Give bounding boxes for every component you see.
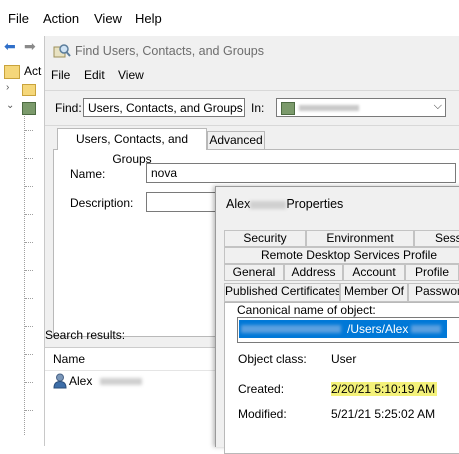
tree-connector	[25, 326, 33, 328]
redacted-surname	[411, 325, 441, 333]
properties-title-suffix: Properties	[286, 197, 344, 211]
created-label: Created:	[238, 382, 285, 396]
search-results-label: Search results:	[45, 328, 126, 342]
find-menubar: File Edit View	[45, 68, 459, 86]
object-class-value: User	[331, 352, 357, 366]
tab-member-of[interactable]: Member Of	[340, 283, 408, 302]
menu-view[interactable]: View	[94, 11, 122, 26]
name-label: Name:	[70, 167, 106, 181]
tab-address[interactable]: Address	[284, 264, 343, 281]
find-menu-edit[interactable]: Edit	[84, 68, 105, 82]
modified-label: Modified:	[238, 407, 287, 421]
redacted-surname	[250, 200, 287, 209]
tree-connector	[25, 158, 33, 160]
tree-connector	[25, 130, 33, 132]
name-input[interactable]: nova	[146, 163, 456, 183]
text-selection: /Users/Alex	[239, 320, 447, 338]
modified-value: 5/21/21 5:25:02 AM	[331, 407, 436, 421]
object-class-label: Object class:	[238, 352, 307, 366]
redacted-surname	[100, 378, 142, 385]
list-item[interactable]: Alex	[45, 372, 220, 392]
domain-icon	[281, 102, 295, 115]
back-arrow-icon[interactable]: ⬅	[4, 38, 16, 55]
mmc-toolbar: ⬅ ➡	[0, 36, 44, 58]
tab-published-certificates[interactable]: Published Certificates	[224, 283, 340, 302]
user-properties-dialog: Alex Properties Security Environment Sess…	[215, 186, 459, 454]
find-criteria-bar: Find: Users, Contacts, and Groups ⌵ In: …	[45, 90, 459, 126]
properties-title: Alex Properties	[226, 197, 343, 211]
find-dialog-title: Find Users, Contacts, and Groups	[75, 44, 264, 58]
in-label: In:	[251, 101, 265, 115]
folder-icon	[4, 65, 20, 79]
in-location-select[interactable]: ⌵	[276, 98, 446, 117]
tree-item-label[interactable]: Act	[24, 64, 41, 78]
tab-users-contacts-groups[interactable]: Users, Contacts, and Groups	[57, 128, 207, 166]
find-label: Find:	[55, 101, 82, 115]
tab-environment[interactable]: Environment	[306, 230, 414, 247]
name-input-value: nova	[151, 166, 178, 180]
console-tree: Act › ⌄	[0, 58, 44, 435]
find-menu-file[interactable]: File	[51, 68, 70, 82]
domain-icon	[22, 102, 36, 115]
tree-connector	[25, 298, 33, 300]
tree-connector	[25, 270, 33, 272]
redacted-domain-path	[241, 325, 341, 333]
created-value: 2/20/21 5:10:19 AM	[331, 382, 438, 396]
column-header-name[interactable]: Name	[45, 348, 220, 371]
tree-connector	[25, 354, 33, 356]
menu-help[interactable]: Help	[135, 11, 162, 26]
canonical-name-label: Canonical name of object:	[237, 303, 376, 317]
tab-advanced[interactable]: Advanced	[207, 131, 265, 150]
tab-password-replication[interactable]: Passwor	[408, 283, 459, 302]
canonical-name-field[interactable]: /Users/Alex	[237, 317, 459, 343]
find-search-icon	[53, 44, 71, 58]
tree-connector	[25, 410, 33, 412]
tree-connector	[25, 214, 33, 216]
menu-action[interactable]: Action	[43, 11, 79, 26]
find-type-select[interactable]: Users, Contacts, and Groups ⌵	[83, 98, 245, 117]
description-label: Description:	[70, 196, 134, 210]
tab-general[interactable]: General	[224, 264, 284, 281]
tab-security[interactable]: Security	[224, 230, 306, 247]
tab-sessions[interactable]: Sessi	[414, 230, 459, 247]
search-results-list: Name Alex	[45, 347, 220, 447]
canonical-name-value: /Users/Alex	[347, 322, 409, 336]
forward-arrow-icon[interactable]: ➡	[24, 38, 36, 55]
column-name-label: Name	[53, 352, 86, 366]
user-icon	[53, 373, 67, 389]
properties-title-prefix: Alex	[226, 197, 251, 211]
object-tab-panel: Canonical name of object: /Users/Alex Ob…	[224, 302, 459, 454]
tree-connector	[25, 186, 33, 188]
chevron-down-icon[interactable]: ⌄	[6, 100, 14, 111]
chevron-down-icon: ⌵	[232, 100, 241, 112]
find-menu-view[interactable]: View	[118, 68, 144, 82]
tab-profile[interactable]: Profile	[405, 264, 459, 281]
chevron-right-icon[interactable]: ›	[6, 82, 9, 93]
tree-lines	[24, 116, 26, 435]
find-type-value: Users, Contacts, and Groups	[88, 101, 243, 115]
tree-connector	[25, 382, 33, 384]
chevron-down-icon: ⌵	[433, 100, 442, 112]
mmc-menubar: File Action View Help	[0, 0, 459, 36]
folder-icon	[22, 84, 36, 96]
result-user-name: Alex	[69, 374, 93, 388]
tab-remote-desktop-services-profile[interactable]: Remote Desktop Services Profile	[224, 247, 459, 264]
redacted-domain	[299, 105, 359, 111]
tree-connector	[25, 242, 33, 244]
menu-file[interactable]: File	[8, 11, 29, 26]
tab-account[interactable]: Account	[343, 264, 405, 281]
